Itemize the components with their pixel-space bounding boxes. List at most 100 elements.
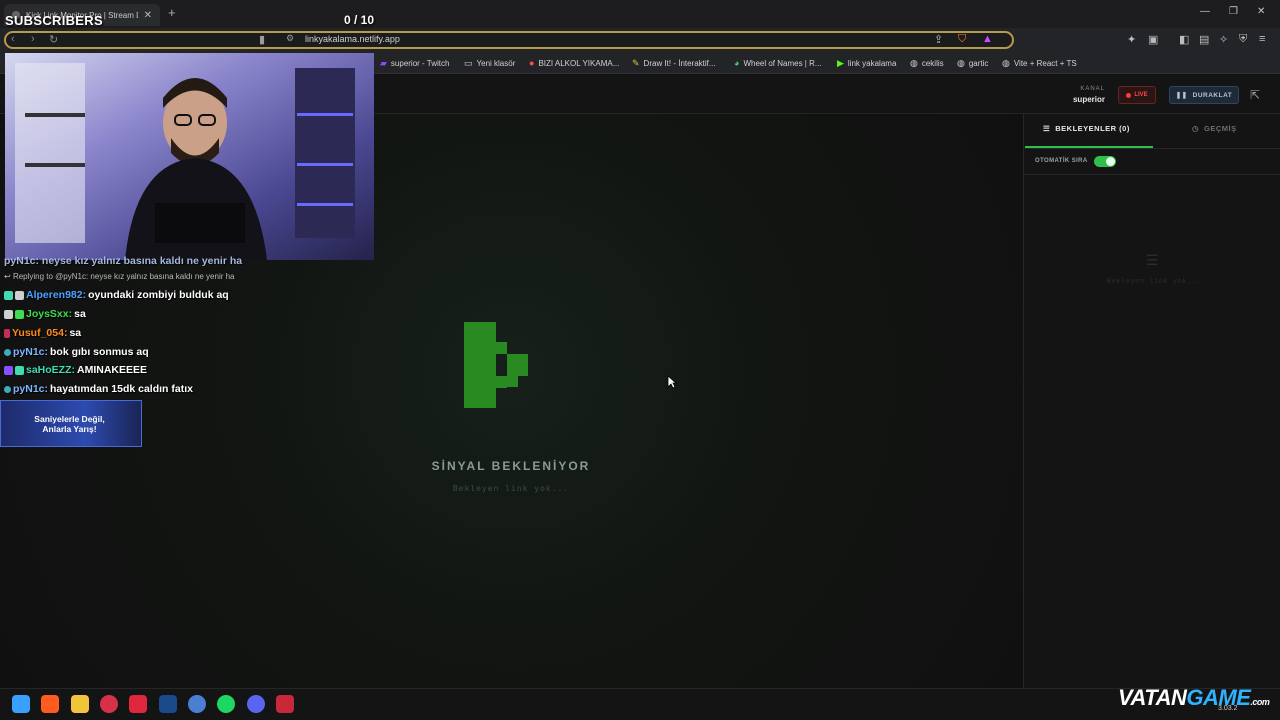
tab-strip [0, 0, 1280, 28]
list-icon: ☰ [1043, 124, 1051, 133]
leo-ai-icon[interactable]: ✧ [1219, 33, 1228, 46]
popout-icon[interactable]: ⇱ [1250, 88, 1260, 102]
site-info-icon[interactable]: ⚙ [286, 33, 294, 44]
bookmark-item[interactable]: ◍ cekilis [910, 58, 944, 69]
url-text[interactable]: linkyakalama.netlify.app [305, 34, 400, 44]
bookmark-item[interactable]: ◍ Vite + React + TS [1002, 58, 1077, 69]
gift-badge-icon [4, 328, 10, 338]
bookmark-folder[interactable]: ▭ Yeni klasör [464, 58, 515, 69]
close-tab-icon[interactable]: ✕ [144, 10, 152, 21]
share-icon[interactable]: ⇪ [934, 33, 943, 46]
forward-icon[interactable]: › [31, 33, 35, 45]
empty-list-icon: ☰ [1146, 252, 1159, 268]
watermark-logo: VATANGAME.com [1118, 685, 1270, 710]
chat-text: oyundaki zombiyi bulduk aq [88, 289, 229, 301]
chat-username: pyN1c: [13, 383, 49, 395]
auto-queue-toggle[interactable] [1094, 156, 1116, 167]
tab-manager-icon[interactable]: ▤ [1199, 33, 1209, 46]
wallet-icon[interactable]: ▣ [1148, 33, 1158, 46]
subscribers-label: SUBSCRIBERS [5, 13, 103, 28]
vip-badge-icon [4, 365, 13, 375]
subscriber-badge-icon [4, 290, 13, 300]
tab-history[interactable]: ◷ GEÇMİŞ [1192, 124, 1237, 133]
chat-username: saHoEZZ: [26, 364, 76, 376]
chat-message: JoysSxx: sa [4, 308, 86, 320]
live-button[interactable]: LIVE [1118, 86, 1156, 104]
rewards-icon[interactable]: ▲ [982, 33, 993, 45]
brave-shield-icon[interactable]: ⛉ [958, 33, 966, 46]
live-dot-icon [1126, 92, 1132, 98]
moderator-badge-icon [4, 309, 13, 319]
pause-icon: ❚❚ [1175, 92, 1188, 99]
promo-text: Saniyelerle Değil, Anlarla Yarış! [34, 414, 105, 434]
chat-text: sa [69, 327, 82, 339]
bookmark-item[interactable]: ◕ Wheel of Names | R... [734, 58, 822, 68]
moderator-badge-icon [15, 290, 24, 300]
empty-queue-text: Bekleyen link yok... [1106, 277, 1202, 285]
address-bar[interactable] [4, 31, 1014, 49]
minimize-icon[interactable]: — [1200, 6, 1210, 17]
app-icon[interactable] [188, 695, 206, 713]
chat-username: Yusuf_054: [12, 327, 68, 339]
chat-text: AMINAKEEEE [77, 364, 148, 376]
bookmark-icon[interactable]: ▮ [259, 33, 265, 46]
channel-label: KANAL [1080, 86, 1105, 92]
pause-button[interactable]: ❚❚ DURAKLAT [1169, 86, 1239, 104]
back-icon[interactable]: ‹ [11, 33, 15, 45]
badge-icon [4, 385, 11, 393]
chat-message: Alperen982: oyundaki zombiyi bulduk aq [4, 289, 229, 301]
windows-start-icon[interactable] [12, 695, 30, 713]
chat-text: sa [74, 308, 86, 320]
chat-message: Yusuf_054: sa [4, 327, 81, 339]
reply-icon: ↩ [4, 272, 13, 281]
menu-icon[interactable]: ≡ [1259, 33, 1265, 45]
clock-date: 3.03.2 [1218, 705, 1238, 712]
chat-username: pyN1c: [13, 346, 49, 358]
bookmark-item[interactable]: ● BIZI ALKOL YIKAMA... [529, 58, 619, 68]
sidebar-icon[interactable]: ◧ [1179, 33, 1189, 46]
status-title: SİNYAL BEKLENİYOR [431, 459, 591, 473]
spotify-icon[interactable] [217, 695, 235, 713]
subscriber-counter: 0 / 10 [344, 13, 375, 27]
tab-waiting[interactable]: ☰ BEKLEYENLER (0) [1043, 124, 1130, 133]
tab-divider [1024, 148, 1280, 149]
chat-message: pyN1c: hayatımdan 15dk caldın fatıx [4, 383, 193, 395]
webcam-overlay [5, 53, 374, 260]
chat-text: bok gıbı sonmus aq [50, 346, 149, 358]
discord-icon[interactable] [247, 695, 265, 713]
app-icon[interactable] [100, 695, 118, 713]
mouse-cursor-icon [667, 375, 677, 389]
brave-browser-icon[interactable] [41, 695, 59, 713]
bookmark-item[interactable]: ▶ link yakalama [837, 58, 896, 69]
new-tab-button[interactable]: + [168, 5, 176, 20]
bookmark-item[interactable]: ✎ Draw It! - İnteraktif... [632, 58, 716, 69]
chat-message: saHoEZZ: AMINAKEEEE [4, 364, 147, 376]
reload-icon[interactable]: ↻ [49, 33, 58, 46]
chat-text: hayatımdan 15dk caldın fatıx [50, 383, 193, 395]
subscriber-badge-icon [15, 365, 24, 375]
extensions-icon[interactable]: ✦ [1127, 33, 1136, 46]
chat-message: pyN1c: bok gıbı sonmus aq [4, 346, 149, 358]
channel-name: superior [1072, 95, 1105, 104]
close-window-icon[interactable]: ✕ [1257, 6, 1265, 17]
chat-reply: ↩ Replying to @pyN1c: neyse kız yalnız b… [4, 272, 235, 281]
webcam-image [5, 53, 374, 260]
chat-username: JoysSxx: [26, 308, 73, 320]
kick-logo-icon [464, 322, 528, 408]
vpn-icon[interactable]: ⛨ [1239, 33, 1247, 46]
app-icon[interactable] [129, 695, 147, 713]
clock-icon: ◷ [1192, 124, 1200, 133]
panel-divider [1024, 174, 1280, 175]
app-icon[interactable] [276, 695, 294, 713]
chat-line-partial: pyN1c: neyse kız yalnız basına kaldı ne … [4, 255, 243, 267]
status-subtitle: Bekleyen link yok... [452, 484, 570, 493]
file-explorer-icon[interactable] [71, 695, 89, 713]
chat-username: Alperen982: [26, 289, 87, 301]
subscriber-badge-icon [15, 309, 24, 319]
steam-icon[interactable] [159, 695, 177, 713]
restore-icon[interactable]: ❐ [1229, 6, 1238, 17]
bookmark-item[interactable]: ▰ superior - Twitch [380, 58, 449, 69]
bookmark-item[interactable]: ◍ gartic [957, 58, 988, 69]
queue-panel [1023, 114, 1280, 688]
auto-queue-label: OTOMATİK SIRA [1035, 158, 1088, 164]
